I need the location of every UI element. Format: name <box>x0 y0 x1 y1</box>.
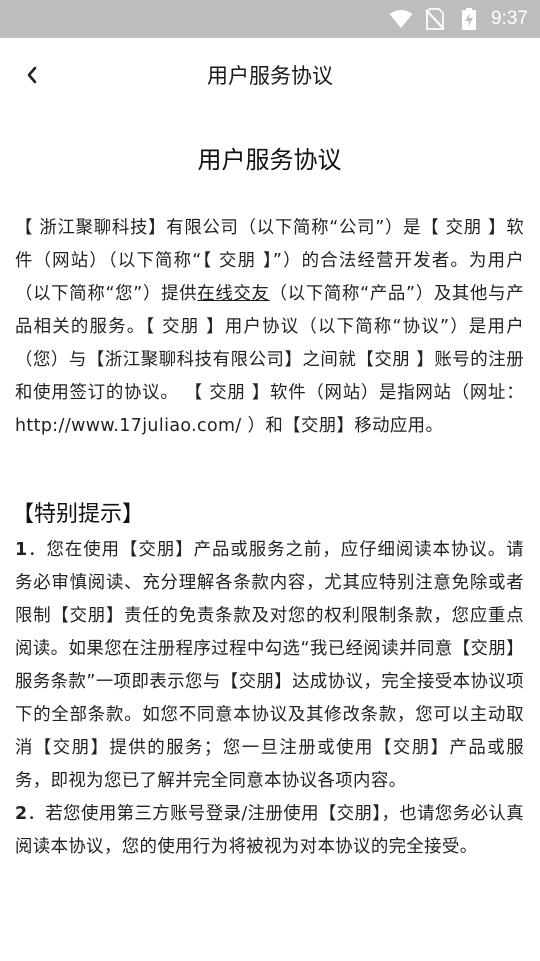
notice-item-text: ．您在使用【交朋】产品或服务之前，应仔细阅读本协议。请务必审慎阅读、充分理解各条… <box>15 540 524 791</box>
notice-item: 1．您在使用【交朋】产品或服务之前，应仔细阅读本协议。请务必审慎阅读、充分理解各… <box>15 534 524 798</box>
notice-item: 2．若您使用第三方账号登录/注册使用【交朋】，也请您务必认真阅读本协议，您的使用… <box>15 798 524 864</box>
back-button[interactable] <box>14 57 50 93</box>
intro-text-2: （以下简称“产品”）及其他与产品相关的服务。【 交朋 】用户协议（以下简称“协议… <box>15 284 524 436</box>
page-title: 用户服务协议 <box>207 64 333 88</box>
battery-charging-icon <box>457 7 481 31</box>
agreement-content[interactable]: 用户服务协议 【 浙江聚聊科技】有限公司（以下简称“公司”）是【 交朋 】软件（… <box>0 112 540 961</box>
notice-item-number: 1 <box>15 540 28 560</box>
online-dating-link[interactable]: 在线交友 <box>197 284 269 304</box>
app-bar: 用户服务协议 <box>0 38 540 112</box>
intro-paragraph: 【 浙江聚聊科技】有限公司（以下简称“公司”）是【 交朋 】软件（网站）（以下简… <box>15 212 524 443</box>
status-bar: 9:37 <box>0 0 540 38</box>
status-time: 9:37 <box>491 8 528 29</box>
wifi-icon <box>389 7 413 31</box>
notice-item-number: 2 <box>15 804 28 824</box>
notice-item-text: ．若您使用第三方账号登录/注册使用【交朋】，也请您务必认真阅读本协议，您的使用行… <box>15 804 524 857</box>
chevron-left-icon <box>27 66 37 84</box>
no-sim-icon <box>423 7 447 31</box>
document-title: 用户服务协议 <box>197 146 342 174</box>
special-notice-heading: 【特别提示】 <box>12 502 145 527</box>
